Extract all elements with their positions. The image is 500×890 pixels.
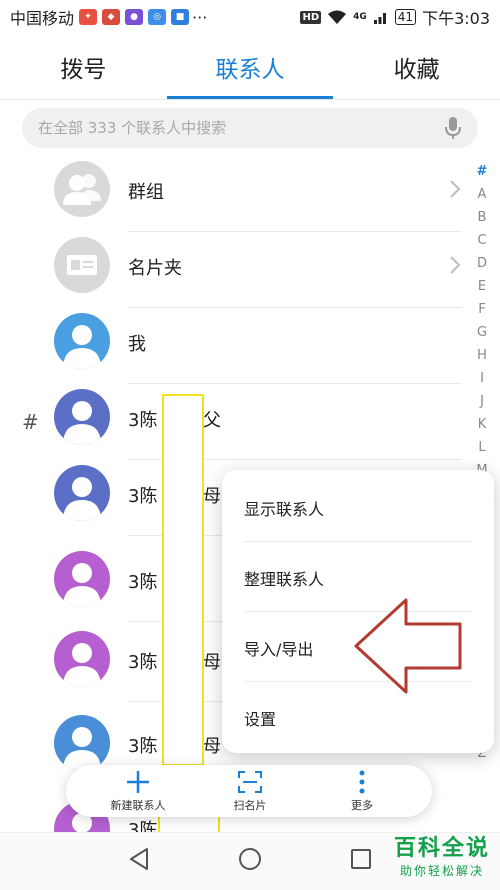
- contact-name-prefix: 3陈: [128, 736, 158, 757]
- contact-name-prefix: 3陈: [128, 410, 158, 431]
- search-bar: [22, 108, 478, 148]
- menu-item-label: 整理联系人: [244, 570, 325, 589]
- alpha-index-letter[interactable]: G: [470, 321, 494, 344]
- contact-avatar-icon: [54, 631, 110, 687]
- contact-avatar-icon: [54, 551, 110, 607]
- watermark-logo: 百科全说 助你轻松解决: [394, 830, 490, 879]
- signal-icon: [373, 13, 386, 24]
- status-time: 下午3:03: [422, 9, 490, 28]
- groups-avatar-icon: [54, 161, 110, 217]
- scan-card-button[interactable]: 扫名片: [200, 767, 300, 815]
- me-avatar-icon: [54, 313, 110, 369]
- more-label: 更多: [351, 799, 373, 812]
- purple-app-icon: ●: [125, 9, 144, 25]
- network-type-label: 4G: [353, 12, 367, 22]
- status-left: 中国移动 ✦ ◆ ● ◎ ■ ···: [10, 5, 207, 29]
- contact-name-prefix: 3陈: [128, 572, 158, 593]
- more-vertical-icon: [359, 770, 365, 794]
- highlight-box: [162, 394, 204, 766]
- contact-name-suffix: 父: [203, 410, 221, 431]
- alpha-index-letter[interactable]: #: [470, 160, 494, 183]
- alpha-index-letter[interactable]: H: [470, 344, 494, 367]
- status-right: HD 4G 41 下午3:03: [300, 5, 490, 29]
- alpha-index-letter[interactable]: C: [470, 229, 494, 252]
- alpha-index-letter[interactable]: J: [470, 390, 494, 413]
- card-holder-avatar-icon: [54, 237, 110, 293]
- me-label: 我: [128, 334, 146, 355]
- alpha-index-letter[interactable]: D: [470, 252, 494, 275]
- more-button[interactable]: 更多: [312, 767, 412, 815]
- contact-row[interactable]: 3陈 父: [0, 384, 470, 460]
- alpha-index-letter[interactable]: F: [470, 298, 494, 321]
- contact-name-prefix: 3陈: [128, 652, 158, 673]
- alpha-index-letter[interactable]: K: [470, 413, 494, 436]
- scan-icon: [238, 771, 262, 793]
- contact-avatar-icon: [54, 465, 110, 521]
- contact-name-suffix: 母: [203, 736, 221, 757]
- alpha-index-letter[interactable]: A: [470, 183, 494, 206]
- alpha-index-letter[interactable]: I: [470, 367, 494, 390]
- contact-name-prefix: 3陈: [128, 486, 158, 507]
- tab-dial[interactable]: 拨号: [0, 34, 167, 99]
- status-bar: 中国移动 ✦ ◆ ● ◎ ■ ··· HD 4G 41 下午3:03: [0, 0, 500, 34]
- alpha-index-letter[interactable]: E: [470, 275, 494, 298]
- groups-label: 群组: [128, 182, 164, 203]
- wifi-icon: [328, 10, 347, 24]
- battery-icon: 41: [394, 9, 417, 25]
- search-app-icon: ◎: [148, 9, 167, 25]
- search-input[interactable]: [38, 119, 444, 137]
- microphone-icon[interactable]: [444, 116, 462, 140]
- red-app-icon: ◆: [102, 9, 121, 25]
- card-holder-row[interactable]: 名片夹: [0, 232, 470, 308]
- watermark-subtitle: 助你轻松解决: [399, 864, 484, 878]
- sticker-app-icon: ■: [171, 9, 190, 25]
- new-contact-label: 新建联系人: [110, 799, 166, 812]
- alpha-index-letter[interactable]: B: [470, 206, 494, 229]
- alpha-index-letter[interactable]: L: [470, 436, 494, 459]
- annotation-arrow-icon: [354, 598, 462, 694]
- menu-item-display-contacts[interactable]: 显示联系人: [222, 472, 494, 542]
- tab-favorites[interactable]: 收藏: [333, 34, 500, 99]
- me-row[interactable]: 我: [0, 308, 470, 384]
- groups-row[interactable]: 群组: [0, 156, 470, 232]
- back-icon[interactable]: [128, 847, 150, 871]
- new-contact-button[interactable]: 新建联系人: [88, 767, 188, 815]
- bottom-action-bar: 新建联系人 扫名片 更多: [66, 765, 432, 817]
- contact-name-suffix: 母: [203, 652, 221, 673]
- bird-app-icon: ✦: [79, 9, 98, 25]
- hd-icon: HD: [300, 10, 322, 24]
- chevron-right-icon: [450, 180, 461, 198]
- contact-name-prefix: 3陈: [128, 820, 158, 832]
- chevron-right-icon: [450, 256, 461, 274]
- plus-icon: [127, 771, 149, 793]
- menu-item-label: 导入/导出: [244, 640, 314, 659]
- contact-avatar-icon: [54, 715, 110, 771]
- scan-card-label: 扫名片: [233, 799, 267, 812]
- contact-avatar-icon: [54, 389, 110, 445]
- recent-apps-icon[interactable]: [350, 847, 372, 871]
- tab-contacts[interactable]: 联系人: [166, 34, 334, 99]
- menu-item-label: 显示联系人: [244, 500, 325, 519]
- card-holder-label: 名片夹: [128, 258, 182, 279]
- carrier-name: 中国移动: [10, 9, 75, 28]
- watermark-title: 百科全说: [393, 836, 490, 861]
- menu-item-label: 设置: [244, 710, 277, 729]
- contact-name-suffix: 母: [203, 486, 221, 507]
- more-notifications-indicator: ···: [192, 7, 208, 27]
- home-icon[interactable]: [238, 847, 262, 871]
- top-tabs: 拨号 联系人 收藏: [0, 34, 500, 100]
